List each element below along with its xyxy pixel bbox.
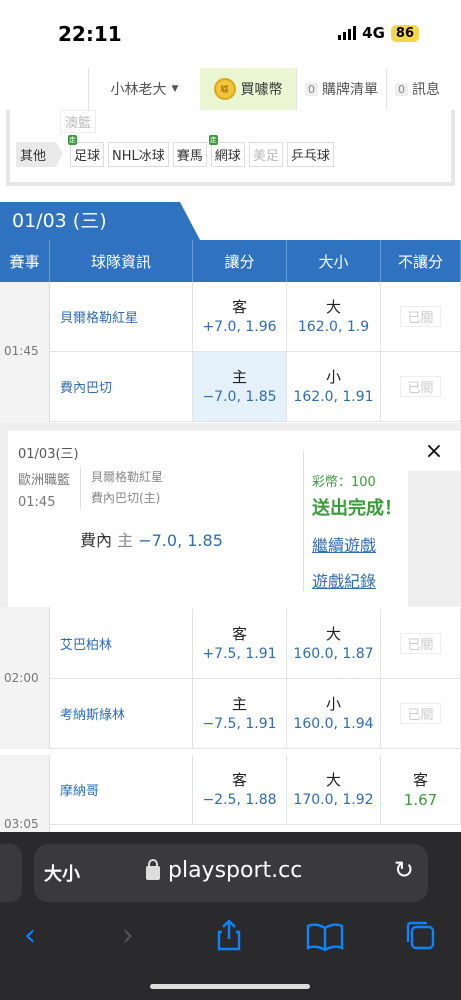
messages-label: 訊息 [412, 82, 440, 98]
team-name[interactable]: 艾巴柏林 [50, 609, 193, 678]
confirmation-card: 01/03(三) 歐洲職籃 01:45 貝爾格勒紅星 費內巴切(主) 費內 主 … [8, 431, 408, 607]
team-name[interactable]: 考納斯綠林 [50, 679, 193, 748]
sport-chip-horse[interactable]: 賽馬 [172, 142, 207, 167]
col-event: 賽事 [0, 240, 50, 282]
total-odds[interactable]: 小 160.0, 1.94 [287, 679, 381, 748]
bookmarks-icon[interactable] [305, 922, 345, 952]
back-icon[interactable]: ‹ [24, 918, 36, 953]
continue-link[interactable]: 繼續遊戲 [312, 532, 402, 556]
battery-icon: 86 [390, 24, 419, 42]
reader-size-button[interactable]: 大小 [44, 860, 80, 886]
forward-icon[interactable]: › [122, 918, 134, 953]
coin-icon: 噱 [213, 78, 236, 100]
total-odds[interactable]: 大 160.0, 1.87 [287, 609, 381, 678]
spread-odds[interactable]: 客 −2.5, 1.88 [193, 755, 287, 824]
sport-chip-tennis[interactable]: 走網球 [208, 135, 245, 167]
confirm-teams: 貝爾格勒紅星 費內巴切(主) [80, 467, 163, 509]
total-odds[interactable]: 大 162.0, 1.9 [287, 282, 381, 351]
url-host: playsport.cc [168, 858, 303, 883]
signal-icon [338, 26, 357, 40]
closed-badge: 已關 [400, 703, 441, 724]
table-row: 考納斯綠林 主 −7.5, 1.91 小 160.0, 1.94 已關 [50, 679, 461, 749]
network-label: 4G [362, 24, 385, 42]
spread-odds[interactable]: 客 +7.5, 1.91 [193, 609, 287, 678]
share-icon[interactable] [212, 918, 246, 952]
confirm-date: 01/03(三) [18, 447, 79, 462]
date-tab: 01/03 (三) [0, 202, 200, 240]
confirm-league: 歐洲職籃 [18, 473, 71, 488]
col-total: 大小 [287, 240, 381, 282]
history-link[interactable]: 遊戲紀錄 [312, 568, 402, 592]
close-icon[interactable]: × [408, 431, 460, 471]
browser-toolbar: 大小 playsport.cc ↻ ‹ › [0, 832, 461, 1000]
live-tag: 走 [208, 135, 218, 145]
sport-chip-prev[interactable]: 澳籃 [60, 110, 97, 133]
reload-icon[interactable]: ↻ [394, 856, 414, 884]
game-block: 03:05 摩納哥 客 −2.5, 1.88 大 170.0, 1.92 客 1.67 [0, 755, 461, 835]
address-bar[interactable]: 大小 playsport.cc ↻ [34, 844, 428, 902]
game-block: 01:45 貝爾格勒紅星 客 +7.0, 1.96 大 162.0, 1.9 已關 … [0, 282, 461, 424]
team-name[interactable]: 貝爾格勒紅星 [50, 282, 193, 351]
cart-button[interactable]: 0 購牌清單 [296, 68, 386, 110]
buy-coins-button[interactable]: 噱 買噱幣 [200, 68, 296, 110]
sport-chip-nhl[interactable]: NHL冰球 [108, 142, 169, 167]
table-header: 賽事 球隊資訊 讓分 大小 不讓分 [0, 240, 461, 282]
user-name: 小林老大 [110, 82, 167, 98]
sport-chip-soccer[interactable]: 走足球 [68, 135, 105, 167]
game-time: 02:00 [4, 671, 39, 685]
col-moneyline: 不讓分 [381, 240, 461, 282]
table-row: 費內巴切 主 −7.0, 1.85 小 162.0, 1.91 已關 [50, 352, 461, 422]
table-row: 艾巴柏林 客 +7.5, 1.91 大 160.0, 1.87 已關 [50, 609, 461, 679]
top-nav: 小林老大 ▼ 噱 買噱幣 0 購牌清單 0 訊息 [0, 68, 461, 110]
game-time: 01:45 [4, 344, 39, 358]
prev-tab-preview[interactable] [0, 844, 22, 902]
total-odds[interactable]: 大 170.0, 1.92 [287, 755, 381, 824]
game-time: 03:05 [4, 817, 39, 831]
cart-label: 購牌清單 [322, 82, 378, 98]
spread-odds[interactable]: 主 −7.5, 1.91 [193, 679, 287, 748]
coins-spent: 彩幣：100 [312, 475, 376, 490]
user-menu[interactable]: 小林老大 ▼ [88, 68, 200, 110]
closed-badge: 已關 [400, 306, 441, 327]
clock: 22:11 [58, 22, 122, 46]
messages-button[interactable]: 0 訊息 [386, 68, 448, 110]
buy-coins-label: 買噱幣 [240, 82, 283, 98]
caret-down-icon: ▼ [171, 84, 179, 94]
spread-odds-selected[interactable]: 主 −7.0, 1.85 [193, 352, 287, 421]
sport-other-label: 其他 [16, 142, 64, 167]
sport-selector: 澳籃 其他 走足球 NHL冰球 賽馬 走網球 美足 乒乓球 [6, 110, 455, 186]
confirm-pick: 費內 主 −7.0, 1.85 [80, 531, 223, 550]
tabs-icon[interactable] [403, 918, 437, 952]
cart-count: 0 [305, 82, 318, 96]
lock-icon [146, 858, 160, 880]
messages-count: 0 [395, 82, 408, 96]
confirm-time: 01:45 [18, 495, 56, 510]
team-name[interactable]: 摩納哥 [50, 755, 193, 824]
total-odds[interactable]: 小 162.0, 1.91 [287, 352, 381, 421]
sport-chip-pingpong[interactable]: 乒乓球 [286, 142, 334, 167]
status-bar: 22:11 4G 86 [0, 0, 461, 68]
bet-confirmation: 01/03(三) 歐洲職籃 01:45 貝爾格勒紅星 費內巴切(主) 費內 主 … [0, 423, 461, 607]
game-block: 02:00 艾巴柏林 客 +7.5, 1.91 大 160.0, 1.87 已關 考… [0, 607, 461, 749]
closed-badge: 已關 [400, 633, 441, 654]
table-row: 貝爾格勒紅星 客 +7.0, 1.96 大 162.0, 1.9 已關 [50, 282, 461, 352]
submit-done: 送出完成！ [312, 498, 402, 519]
table-row: 摩納哥 客 −2.5, 1.88 大 170.0, 1.92 客 1.67 [50, 755, 461, 825]
sport-chip-nfl[interactable]: 美足 [248, 142, 283, 167]
closed-badge: 已關 [400, 376, 441, 397]
spread-odds[interactable]: 客 +7.0, 1.96 [193, 282, 287, 351]
moneyline-odds[interactable]: 客 1.67 [381, 755, 461, 824]
team-name[interactable]: 費內巴切 [50, 352, 193, 421]
live-tag: 走 [68, 135, 78, 145]
col-spread: 讓分 [193, 240, 287, 282]
home-indicator [150, 984, 310, 989]
col-team: 球隊資訊 [50, 240, 193, 282]
